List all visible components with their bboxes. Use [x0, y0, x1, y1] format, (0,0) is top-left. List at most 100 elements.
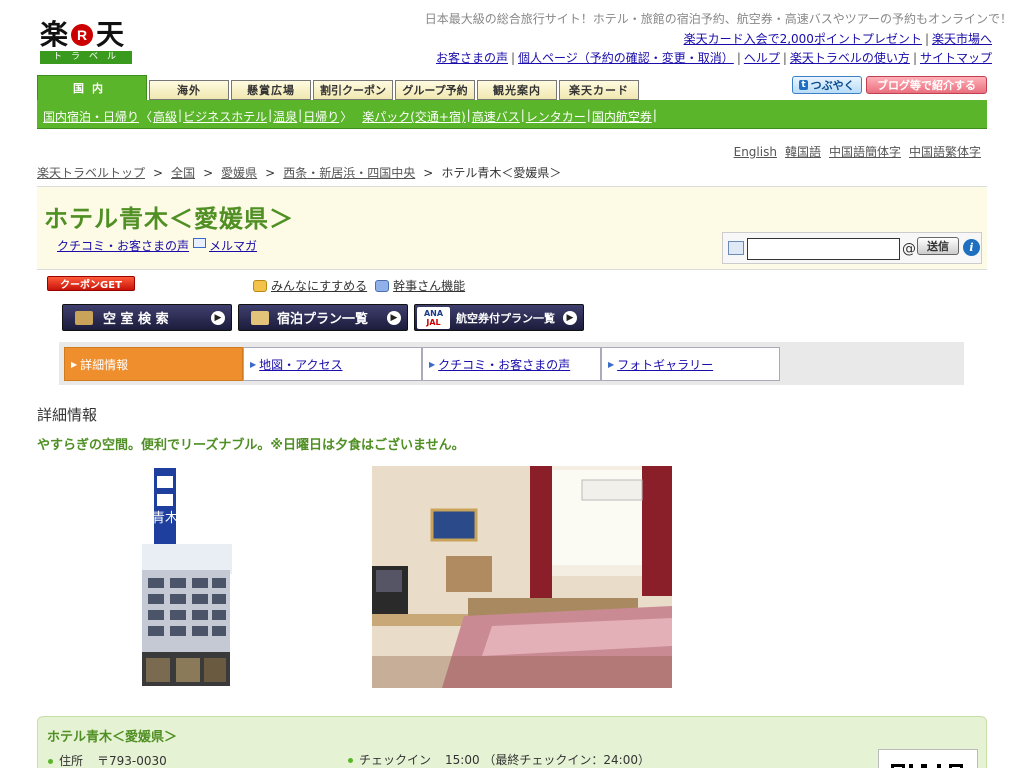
separator: |: [178, 108, 183, 122]
hotel-exterior-photo: 青木: [140, 466, 235, 686]
breadcrumb-area[interactable]: 西条・新居浜・四国中央: [283, 166, 415, 180]
email-input[interactable]: [747, 238, 900, 260]
green-link-luxury[interactable]: 高級: [153, 108, 177, 125]
domestic-subnav: 国内宿泊・日帰り〈 高級 | ビジネスホテル | 温泉 | 日帰り〉 楽パック(交通+…: [37, 100, 987, 129]
air-plan-list-label: 航空券付プラン一覧: [456, 311, 555, 325]
rakuten-travel-logo[interactable]: 楽R天 トラベル: [40, 20, 132, 66]
address-row: 住所 〒793-0030: [48, 752, 167, 768]
separator: 〈: [140, 110, 153, 124]
separator: |: [652, 108, 657, 122]
triangle-right-icon: ▶: [429, 359, 436, 369]
review-link[interactable]: クチコミ・お客さまの声: [57, 237, 189, 254]
vacancy-search-button[interactable]: 空 室 検 索 ▶: [62, 304, 232, 331]
catch-copy: やすらぎの空間。便利でリーズナブル。※日曜日は夕食はございません。: [37, 438, 465, 453]
recommend-link[interactable]: みんなにすすめる: [271, 277, 367, 294]
send-button[interactable]: 送信: [917, 237, 959, 255]
green-link-business[interactable]: ビジネスホテル: [183, 108, 267, 125]
green-link-air[interactable]: 国内航空券: [592, 108, 652, 125]
checkin-row: チェックイン 15:00 （最終チェックイン：24:00）: [348, 751, 650, 768]
top-links-row-2: お客さまの声 | 個人ページ（予約の確認・変更・取消） | ヘルプ | 楽天トラベルの使い方…: [300, 49, 992, 66]
lang-chinese-traditional[interactable]: 中国語繁体字: [909, 145, 981, 159]
mail-icon: [728, 241, 744, 255]
info-title: ホテル青木＜愛媛県＞: [47, 730, 178, 745]
triangle-right-icon: ▶: [608, 359, 615, 369]
separator: |: [268, 108, 273, 122]
tweet-button[interactable]: t つぶやく: [792, 76, 862, 94]
plan-list-button[interactable]: 宿泊プラン一覧 ▶: [238, 304, 408, 331]
ichiba-link[interactable]: 楽天市場へ: [932, 32, 992, 46]
subnav-map[interactable]: ▶ 地図・アクセス: [243, 347, 422, 381]
green-link-onsen[interactable]: 温泉: [273, 108, 297, 125]
ana-jal-logo: ANA JAL: [417, 306, 450, 329]
breadcrumb-sep: >: [423, 166, 434, 180]
blog-share-button[interactable]: ブログ等で紹介する: [866, 76, 987, 94]
qr-code: [878, 749, 978, 768]
tab-coupon[interactable]: 割引クーポン: [313, 80, 393, 100]
info-icon[interactable]: i: [963, 239, 980, 256]
postal-code: 〒793-0030: [97, 754, 167, 768]
separator: |: [520, 108, 525, 122]
vacancy-search-label: 空 室 検 索: [103, 312, 169, 327]
subnav-label: 詳細情報: [80, 357, 129, 372]
green-link-domestic[interactable]: 国内宿泊・日帰り: [43, 108, 139, 125]
tab-prize[interactable]: 懸賞広場: [231, 80, 311, 100]
tab-overseas[interactable]: 海外: [149, 80, 229, 100]
howto-link[interactable]: 楽天トラベルの使い方: [790, 51, 910, 65]
card-campaign-link[interactable]: 楽天カード入会で2,000ポイントプレゼント: [684, 32, 922, 46]
subnav-details[interactable]: ▶ 詳細情報: [64, 347, 243, 381]
tab-domestic[interactable]: 国内: [37, 75, 147, 100]
breadcrumb-sep: >: [203, 166, 214, 180]
lang-korean[interactable]: 韓国語: [785, 145, 821, 159]
organizer-link[interactable]: 幹事さん機能: [393, 277, 465, 294]
svg-text:青木: 青木: [152, 511, 178, 526]
ana-label: ANA: [423, 308, 444, 318]
separator: |: [782, 51, 787, 65]
green-link-dayuse[interactable]: 日帰り: [303, 108, 339, 125]
subnav-label: クチコミ・お客さまの声: [438, 357, 571, 372]
hotel-subnav: ▶ 詳細情報 ▶ 地図・アクセス ▶ クチコミ・お客さまの声 ▶ フォトギャラリー: [59, 342, 964, 385]
coupon-get-button[interactable]: クーポンGET: [47, 276, 135, 291]
logo-r-mark: R: [71, 24, 94, 46]
breadcrumb: 楽天トラベルトップ > 全国 > 愛媛県 > 西条・新居浜・四国中央 > ホテル青木＜愛媛県＞: [37, 164, 561, 181]
green-link-bus[interactable]: 高速バス: [472, 108, 520, 125]
sitemap-link[interactable]: サイトマップ: [920, 51, 992, 65]
checkin-label: チェックイン: [359, 753, 432, 767]
breadcrumb-top[interactable]: 楽天トラベルトップ: [37, 166, 145, 180]
tab-sightseeing[interactable]: 観光案内: [477, 80, 557, 100]
organizer-icon: [375, 279, 390, 292]
mypage-link[interactable]: 個人ページ（予約の確認・変更・取消）: [518, 51, 734, 65]
arrow-right-icon: ▶: [387, 310, 401, 325]
customer-voice-link[interactable]: お客さまの声: [436, 51, 508, 65]
language-links: English 韓国語 中国語簡体字 中国語繁体字: [600, 143, 981, 160]
tab-rakuten-card[interactable]: 楽天カード: [559, 80, 639, 100]
hotel-title: ホテル青木＜愛媛県＞: [44, 205, 294, 233]
guest-room-photo: [372, 466, 672, 688]
breadcrumb-sep: >: [265, 166, 276, 180]
lang-chinese-simplified[interactable]: 中国語簡体字: [829, 145, 901, 159]
green-link-rakupack[interactable]: 楽パック(交通+宿): [362, 108, 465, 125]
triangle-right-icon: ▶: [71, 359, 78, 369]
at-sign: @: [902, 241, 916, 257]
checkin-value: 15:00 （最終チェックイン：24:00）: [445, 753, 650, 767]
main-tabs: 国内 海外 懸賞広場 割引クーポン グループ予約 観光案内 楽天カード: [37, 75, 639, 100]
subnav-label: 地図・アクセス: [259, 357, 343, 372]
help-link[interactable]: ヘルプ: [744, 51, 780, 65]
bullet: [348, 758, 353, 763]
green-link-rentacar[interactable]: レンタカー: [526, 108, 586, 125]
air-plan-list-button[interactable]: ANA JAL 航空券付プラン一覧 ▶: [414, 304, 584, 331]
mailmag-link[interactable]: メルマガ: [209, 237, 257, 254]
separator: 〉: [340, 110, 353, 124]
section-title: 詳細情報: [37, 406, 98, 424]
bullet: [48, 759, 53, 764]
logo-raku: 楽: [40, 18, 69, 51]
subnav-reviews[interactable]: ▶ クチコミ・お客さまの声: [422, 347, 601, 381]
breadcrumb-nationwide[interactable]: 全国: [171, 166, 195, 180]
separator: |: [511, 51, 516, 65]
recommend-row: みんなにすすめる 幹事さん機能: [253, 277, 465, 294]
tab-group[interactable]: グループ予約: [395, 80, 475, 100]
site-tagline: 日本最大級の総合旅行サイト！ホテル・旅館の宿泊予約、航空券・高速バスやツアーの予…: [424, 12, 1012, 26]
subnav-photos[interactable]: ▶ フォトギャラリー: [601, 347, 780, 381]
breadcrumb-ehime[interactable]: 愛媛県: [221, 166, 257, 180]
mail-share-box: @ 送信 i: [722, 232, 982, 264]
lang-english[interactable]: English: [734, 145, 777, 159]
